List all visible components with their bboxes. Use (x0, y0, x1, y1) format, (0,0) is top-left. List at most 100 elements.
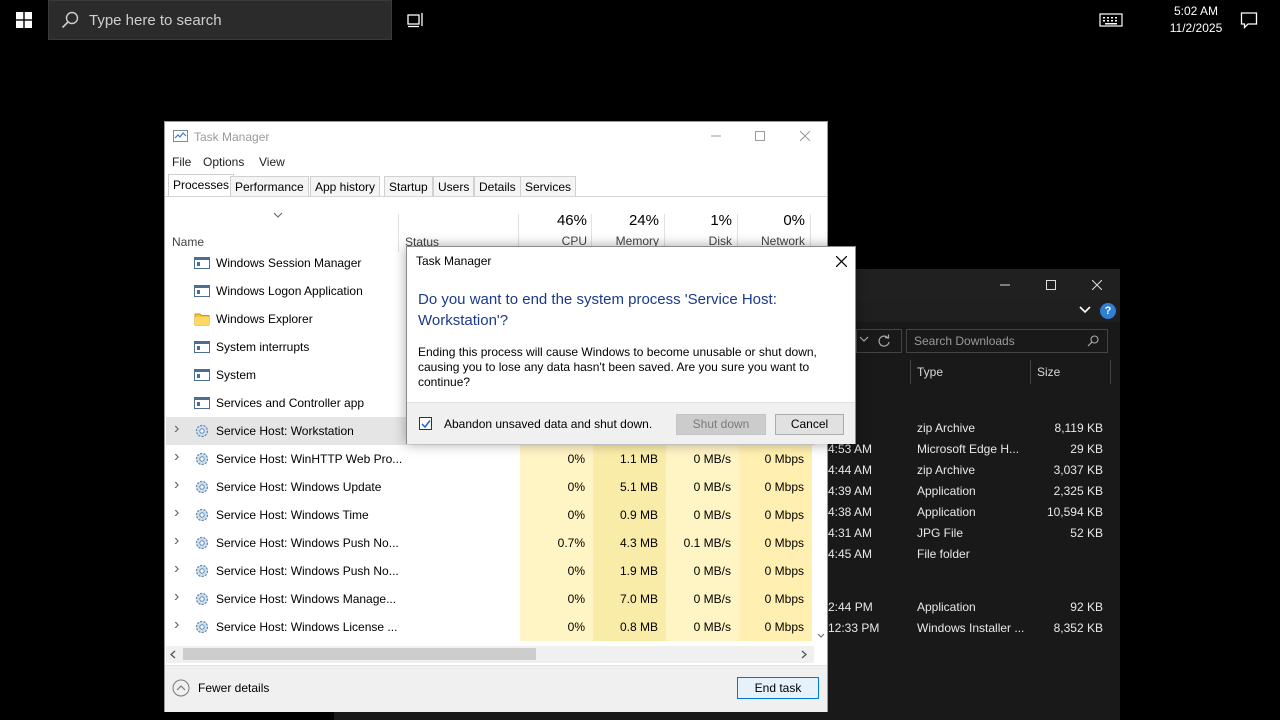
process-row[interactable]: › Service Host: Windows Time 0% 0.9 MB 0 MB/… (166, 501, 815, 529)
file-date-modified: 4:53 AM (828, 442, 873, 456)
disk-percent: 1% (710, 212, 732, 229)
gear-icon (195, 620, 209, 634)
explorer-maximize-button[interactable] (1028, 269, 1074, 301)
explorer-search-placeholder: Search Downloads (914, 334, 1015, 348)
network-cell: 0 Mbps (739, 529, 812, 557)
end-task-button[interactable]: End task (737, 677, 819, 699)
menu-view[interactable]: View (259, 155, 285, 169)
scroll-left-arrow-icon[interactable] (170, 650, 176, 659)
network-cell: 0 Mbps (739, 445, 812, 473)
search-placeholder: Type here to search (89, 12, 222, 29)
memory-cell: 4.3 MB (593, 529, 666, 557)
expand-chevron-icon[interactable]: › (174, 616, 179, 634)
start-button[interactable] (0, 0, 48, 40)
file-date-modified: 4:44 AM (828, 463, 873, 477)
process-row[interactable]: › Service Host: Windows Update 0% 5.1 MB 0 M… (166, 473, 815, 501)
cpu-cell: 0.7% (520, 529, 593, 557)
expand-chevron-icon[interactable]: › (174, 448, 179, 466)
scroll-down-arrow-icon[interactable] (817, 633, 825, 639)
process-row[interactable]: › Service Host: Windows License ... 0% 0.8 … (166, 613, 815, 641)
task-view-button[interactable] (400, 0, 432, 40)
explorer-close-button[interactable] (1074, 269, 1120, 301)
disk-cell: 0 MB/s (666, 557, 739, 585)
keyboard-icon (1099, 13, 1123, 27)
end-process-dialog: Task Manager Do you want to end the syst… (406, 246, 856, 444)
tab-details[interactable]: Details (474, 176, 521, 196)
fewer-details-link[interactable]: Fewer details (172, 679, 269, 697)
taskbar-clock[interactable]: 5:02 AM 11/2/2025 (1160, 3, 1232, 37)
tab-divider (165, 196, 827, 197)
expand-chevron-icon[interactable]: › (174, 476, 179, 494)
process-name: System (216, 368, 257, 382)
close-button[interactable] (782, 122, 828, 150)
minimize-button[interactable] (693, 122, 739, 150)
file-type: JPG File (917, 526, 964, 540)
notification-icon (1240, 12, 1258, 29)
scroll-right-arrow-icon[interactable] (801, 650, 807, 659)
gear-icon (195, 424, 209, 438)
menu-options[interactable]: Options (203, 155, 244, 169)
network-cell: 0 Mbps (739, 613, 812, 641)
tab-app-history[interactable]: App history (310, 176, 381, 196)
file-type: File folder (917, 547, 970, 561)
tab-processes[interactable]: Processes (168, 174, 235, 197)
chevron-down-icon[interactable] (1079, 306, 1091, 314)
file-size: 29 KB (1070, 442, 1103, 456)
cancel-button[interactable]: Cancel (775, 414, 844, 435)
explorer-search-input[interactable]: Search Downloads (906, 329, 1108, 353)
checkmark-icon (421, 420, 431, 429)
col-name[interactable]: Name (172, 235, 204, 249)
menu-file[interactable]: File (172, 155, 191, 169)
abandon-data-label[interactable]: Abandon unsaved data and shut down. (444, 417, 652, 431)
explorer-col-type[interactable]: Type (917, 365, 943, 379)
expand-chevron-icon[interactable]: › (174, 588, 179, 606)
memory-cell: 1.9 MB (593, 557, 666, 585)
process-row[interactable]: › Service Host: Windows Push No... 0.7% 4.3… (166, 529, 815, 557)
process-row[interactable]: › Service Host: Windows Manage... 0% 7.0 MB… (166, 585, 815, 613)
dialog-footer: Abandon unsaved data and shut down. Shut… (407, 402, 855, 444)
expand-chevron-icon[interactable]: › (174, 560, 179, 578)
shutdown-button[interactable]: Shut down (676, 414, 766, 435)
window-icon (194, 257, 210, 269)
window-icon (194, 397, 210, 409)
process-name: Windows Explorer (216, 312, 313, 326)
dialog-title: Task Manager (416, 254, 492, 268)
maximize-button[interactable] (737, 122, 783, 150)
action-center-button[interactable] (1234, 0, 1264, 40)
gear-icon (195, 536, 209, 550)
network-cell: 0 Mbps (739, 557, 812, 585)
process-row[interactable]: › Service Host: WinHTTP Web Pro... 0% 1.1 M… (166, 445, 815, 473)
dialog-close-button[interactable] (827, 247, 855, 275)
column-divider (1110, 360, 1111, 384)
file-size: 8,352 KB (1053, 621, 1103, 635)
disk-cell: 0 MB/s (666, 585, 739, 613)
file-size: 92 KB (1070, 600, 1103, 614)
explorer-address-controls (856, 329, 902, 353)
taskbar-search-box[interactable]: Type here to search (48, 0, 392, 40)
tab-performance[interactable]: Performance (230, 176, 309, 196)
explorer-minimize-button[interactable] (982, 269, 1028, 301)
help-icon[interactable]: ? (1100, 303, 1116, 319)
touch-keyboard-button[interactable] (1096, 0, 1126, 40)
taskbar: Type here to search 5:02 AM 11/2/2025 (0, 0, 1280, 40)
dropdown-arrow-icon[interactable] (859, 336, 869, 344)
sort-chevron-icon[interactable] (273, 212, 283, 218)
memory-percent: 24% (628, 212, 659, 229)
tab-startup[interactable]: Startup (384, 176, 433, 196)
expand-chevron-icon[interactable]: › (174, 504, 179, 522)
process-row[interactable]: › Service Host: Windows Push No... 0% 1.9 M… (166, 557, 815, 585)
collapse-chevron-icon (172, 679, 190, 697)
scroll-thumb[interactable] (183, 648, 536, 660)
tab-services[interactable]: Services (520, 176, 577, 196)
maximize-icon (1046, 280, 1056, 290)
horizontal-scrollbar[interactable] (166, 646, 814, 663)
process-name: Services and Controller app (216, 396, 365, 410)
tab-users[interactable]: Users (433, 176, 475, 196)
explorer-col-size[interactable]: Size (1037, 365, 1060, 379)
file-size: 52 KB (1070, 526, 1103, 540)
refresh-icon[interactable] (877, 334, 891, 348)
window-icon (194, 285, 210, 297)
expand-chevron-icon[interactable]: › (174, 420, 179, 438)
expand-chevron-icon[interactable]: › (174, 532, 179, 550)
abandon-data-checkbox[interactable] (419, 417, 432, 430)
